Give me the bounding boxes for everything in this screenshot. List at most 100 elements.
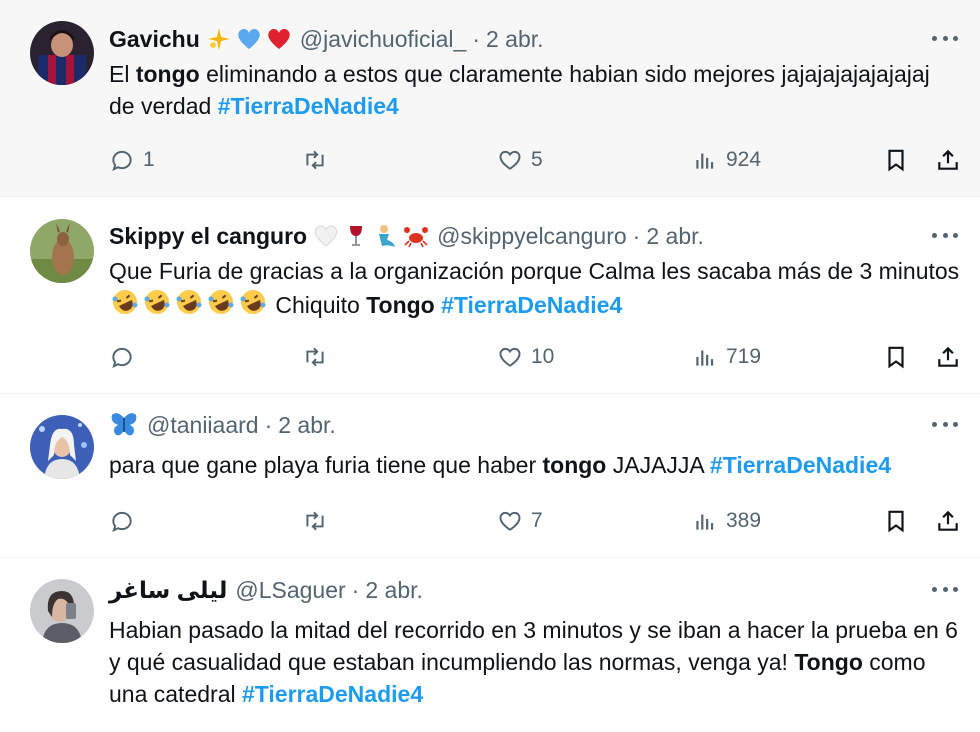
avatar[interactable] — [30, 219, 94, 283]
name-emojis — [206, 26, 292, 52]
like-icon — [499, 511, 521, 531]
reply-icon — [112, 347, 132, 369]
bookmark-icon — [888, 346, 904, 369]
bookmark-button[interactable] — [883, 145, 909, 175]
share-icon — [938, 510, 958, 531]
rolling-laughing-icon — [240, 290, 266, 314]
tweet-1[interactable]: Gavichu @javichuoficial_ · 2 abr. El ton… — [0, 0, 980, 197]
tweet-text: para que gane playa furia tiene que habe… — [109, 452, 892, 478]
more-icon[interactable] — [932, 584, 958, 594]
retweet-icon — [306, 511, 324, 531]
timestamp[interactable]: 2 abr. — [486, 24, 544, 54]
laughing-emojis — [109, 290, 269, 318]
blue-heart-icon — [238, 29, 260, 49]
timestamp[interactable]: 2 abr. — [365, 575, 423, 605]
views-icon — [696, 514, 714, 530]
tweet-header: ليلى ساغر @LSaguer · 2 abr. — [109, 575, 423, 605]
keyword: tongo — [542, 452, 607, 478]
display-name[interactable]: Gavichu — [109, 24, 200, 54]
bookmark-button[interactable] — [883, 342, 909, 372]
bookmark-icon — [888, 510, 904, 533]
retweet-icon — [306, 150, 324, 170]
tweet-header: @taniiaard · 2 abr. — [109, 410, 336, 440]
tweet-actions: 10 719 — [109, 342, 963, 372]
views-button[interactable]: 924 — [692, 145, 761, 175]
timestamp[interactable]: 2 abr. — [646, 221, 704, 251]
tweet-actions: 7 389 — [109, 506, 963, 536]
rolling-laughing-icon — [208, 290, 234, 314]
more-icon[interactable] — [932, 230, 958, 240]
red-heart-icon — [268, 29, 290, 49]
reply-button[interactable] — [109, 506, 135, 536]
like-icon — [499, 347, 521, 367]
share-button[interactable] — [935, 145, 961, 175]
handle[interactable]: @LSaguer — [235, 575, 345, 605]
tweet-2[interactable]: Skippy el canguro @skippyelcanguro · 2 a… — [0, 197, 980, 394]
like-button[interactable]: 5 — [497, 145, 543, 175]
bookmark-button[interactable] — [883, 506, 909, 536]
views-icon — [696, 350, 714, 366]
name-emojis — [313, 223, 429, 249]
reply-icon — [112, 150, 132, 172]
keyword: Tongo — [794, 649, 863, 675]
share-button[interactable] — [935, 342, 961, 372]
separator: · — [472, 26, 480, 52]
retweet-button[interactable] — [302, 506, 328, 536]
separator: · — [632, 223, 641, 249]
hashtag-link[interactable]: #TierraDeNadie4 — [710, 452, 891, 478]
handle[interactable]: @javichuoficial_ — [300, 24, 467, 54]
views-button[interactable]: 719 — [692, 342, 761, 372]
tweet-4[interactable]: ليلى ساغر @LSaguer · 2 abr. Habian pasad… — [0, 558, 980, 732]
display-name[interactable]: ليلى ساغر — [109, 575, 227, 605]
like-count: 10 — [531, 345, 555, 368]
merman-icon — [379, 225, 396, 247]
timestamp[interactable]: 2 abr. — [278, 410, 336, 440]
rolling-laughing-icon — [176, 290, 202, 314]
reply-count: 1 — [143, 148, 155, 171]
like-button[interactable]: 10 — [497, 342, 554, 372]
reply-button[interactable] — [109, 342, 135, 372]
wine-glass-icon — [350, 226, 363, 246]
more-icon[interactable] — [932, 33, 958, 43]
hashtag-link[interactable]: #TierraDeNadie4 — [242, 681, 423, 707]
keyword: Tongo — [366, 292, 435, 318]
keyword: tongo — [135, 61, 200, 87]
sparkle-emoji-icon — [207, 28, 230, 50]
like-count: 7 — [531, 509, 543, 532]
hashtag-link[interactable]: #TierraDeNadie4 — [218, 93, 399, 119]
avatar[interactable] — [30, 21, 94, 85]
retweet-button[interactable] — [302, 342, 328, 372]
reply-icon — [112, 511, 132, 533]
views-icon — [696, 153, 714, 169]
retweet-icon — [306, 347, 324, 367]
avatar[interactable] — [30, 415, 94, 479]
handle[interactable]: @skippyelcanguro — [437, 221, 627, 251]
display-name[interactable]: Skippy el canguro — [109, 221, 307, 251]
like-button[interactable]: 7 — [497, 506, 543, 536]
share-icon — [938, 346, 958, 367]
share-button[interactable] — [935, 506, 961, 536]
avatar[interactable] — [30, 579, 94, 643]
tweet-text: Que Furia de gracias a la organización p… — [109, 258, 960, 318]
views-count: 389 — [726, 509, 762, 532]
crab-icon — [404, 227, 429, 248]
retweet-button[interactable] — [302, 145, 328, 175]
views-count: 924 — [726, 148, 762, 171]
like-icon — [499, 150, 521, 170]
tweet-text: Habian pasado la mitad del recorrido en … — [109, 617, 958, 707]
reply-button[interactable]: 1 — [109, 145, 155, 175]
tweet-text: El tongo eliminando a estos que claramen… — [109, 61, 930, 119]
tweet-3[interactable]: @taniiaard · 2 abr. para que gane playa … — [0, 394, 980, 558]
white-heart-icon — [314, 225, 338, 247]
share-icon — [938, 149, 958, 170]
like-count: 5 — [531, 148, 543, 171]
rolling-laughing-icon — [112, 290, 138, 314]
butterfly-icon — [111, 413, 137, 436]
views-button[interactable]: 389 — [692, 506, 761, 536]
more-icon[interactable] — [932, 419, 958, 429]
hashtag-link[interactable]: #TierraDeNadie4 — [441, 292, 622, 318]
tweet-header: Gavichu @javichuoficial_ · 2 abr. — [109, 24, 544, 54]
handle[interactable]: @taniiaard — [147, 410, 259, 440]
separator: · — [264, 412, 273, 438]
tweet-actions: 1 5 924 — [109, 145, 963, 175]
